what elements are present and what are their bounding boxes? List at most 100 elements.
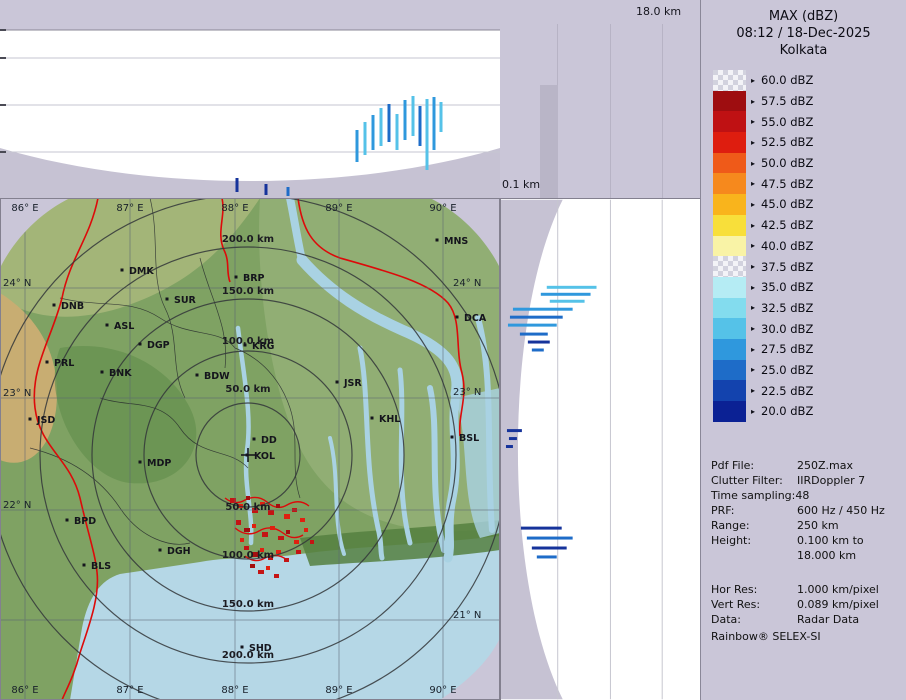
legend-scale-row: ▸40.0 dBZ bbox=[713, 236, 813, 257]
station-label: SUR bbox=[174, 295, 197, 306]
range-ring-label: 150.0 km bbox=[222, 286, 274, 297]
longitude-label: 89° E bbox=[325, 685, 352, 696]
legend-scale: ▸60.0 dBZ▸57.5 dBZ▸55.0 dBZ▸52.5 dBZ▸50.… bbox=[713, 70, 813, 422]
radar-echo-cell bbox=[262, 532, 268, 537]
scale-color-swatch bbox=[713, 256, 746, 277]
info-label: PRF: bbox=[711, 504, 797, 519]
station-dot bbox=[53, 304, 56, 307]
info-row: Data:Radar Data bbox=[711, 613, 903, 628]
scale-tick-icon: ▸ bbox=[751, 345, 759, 354]
echo-height-bar bbox=[509, 437, 517, 440]
range-ring-label: 50.0 km bbox=[225, 502, 270, 513]
legend-scale-row: ▸27.5 dBZ bbox=[713, 339, 813, 360]
echo-height-bar bbox=[527, 537, 573, 540]
info-label: Clutter Filter: bbox=[711, 474, 797, 489]
scale-value-label: 22.5 dBZ bbox=[761, 384, 813, 398]
info-row: Height:0.100 km to bbox=[711, 534, 903, 549]
station-dot bbox=[101, 371, 104, 374]
scale-color-swatch bbox=[713, 380, 746, 401]
info-value: 250 km bbox=[797, 519, 903, 534]
legend-scale-row: ▸32.5 dBZ bbox=[713, 298, 813, 319]
scale-tick-icon: ▸ bbox=[751, 324, 759, 333]
scale-tick-icon: ▸ bbox=[751, 303, 759, 312]
info-row: Pdf File:250Z.max bbox=[711, 459, 903, 474]
scale-tick-icon: ▸ bbox=[751, 386, 759, 395]
station-label: BNK bbox=[109, 368, 132, 379]
station-label: BPD bbox=[74, 516, 96, 527]
echo-height-bar bbox=[508, 324, 557, 327]
station-label: BLS bbox=[91, 561, 111, 572]
scale-value-label: 57.5 dBZ bbox=[761, 94, 813, 108]
height-gridline-15km bbox=[662, 24, 663, 198]
echo-height-bar bbox=[356, 130, 359, 162]
scale-color-swatch bbox=[713, 194, 746, 215]
station-dot bbox=[139, 461, 142, 464]
scale-tick-icon: ▸ bbox=[751, 283, 759, 292]
scale-value-label: 60.0 dBZ bbox=[761, 73, 813, 87]
echo-height-bar bbox=[265, 184, 268, 195]
station-label: JSD bbox=[36, 415, 55, 426]
legend-header: MAX (dBZ) 08:12 / 18-Dec-2025 Kolkata bbox=[701, 8, 906, 59]
legend-panel: MAX (dBZ) 08:12 / 18-Dec-2025 Kolkata ▸6… bbox=[700, 0, 906, 700]
radar-echo-cell bbox=[286, 530, 290, 534]
scale-value-label: 27.5 dBZ bbox=[761, 342, 813, 356]
legend-scale-row: ▸50.0 dBZ bbox=[713, 153, 813, 174]
radar-echo-cell bbox=[300, 518, 305, 522]
echo-height-bar bbox=[541, 293, 591, 296]
product-timestamp: 08:12 / 18-Dec-2025 bbox=[701, 25, 906, 42]
top-panel-margin bbox=[0, 0, 500, 30]
radar-echo-cell bbox=[294, 540, 299, 544]
station-dot bbox=[121, 269, 124, 272]
legend-scale-row: ▸47.5 dBZ bbox=[713, 173, 813, 194]
echo-height-bar bbox=[507, 429, 522, 432]
station-dot bbox=[106, 324, 109, 327]
radar-echo-cell bbox=[244, 528, 250, 532]
legend-scale-row: ▸57.5 dBZ bbox=[713, 91, 813, 112]
station-label: BRP bbox=[243, 273, 265, 284]
echo-height-bar bbox=[532, 349, 544, 352]
legend-info: Pdf File:250Z.maxClutter Filter:IIRDoppl… bbox=[711, 459, 903, 628]
scale-color-swatch bbox=[713, 318, 746, 339]
echo-height-bar bbox=[419, 106, 422, 146]
latitude-label: 22° N bbox=[3, 500, 31, 511]
radar-echo-cell bbox=[258, 570, 264, 574]
info-value bbox=[797, 489, 903, 504]
legend-scale-row: ▸25.0 dBZ bbox=[713, 360, 813, 381]
longitude-label: 90° E bbox=[429, 685, 456, 696]
longitude-label: 86° E bbox=[11, 685, 38, 696]
scale-value-label: 30.0 dBZ bbox=[761, 322, 813, 336]
scale-value-label: 20.0 dBZ bbox=[761, 404, 813, 418]
longitude-label: 87° E bbox=[116, 203, 143, 214]
scale-color-swatch bbox=[713, 70, 746, 91]
echo-height-bar bbox=[510, 316, 563, 319]
scale-color-swatch bbox=[713, 277, 746, 298]
echo-height-bar bbox=[521, 527, 562, 530]
radar-echo-cell bbox=[274, 574, 279, 578]
station-dot bbox=[456, 316, 459, 319]
info-label: Pdf File: bbox=[711, 459, 797, 474]
info-row: Range:250 km bbox=[711, 519, 903, 534]
legend-scale-row: ▸42.5 dBZ bbox=[713, 215, 813, 236]
echo-height-bar bbox=[550, 300, 585, 303]
legend-scale-row: ▸60.0 dBZ bbox=[713, 70, 813, 91]
scale-value-label: 47.5 dBZ bbox=[761, 177, 813, 191]
station-dot bbox=[436, 239, 439, 242]
longitude-label: 88° E bbox=[221, 203, 248, 214]
beam-limit-shading bbox=[540, 85, 558, 198]
height-axis-max-label: 18.0 km bbox=[636, 5, 681, 18]
station-label: JSR bbox=[343, 378, 362, 389]
product-title: MAX (dBZ) bbox=[701, 8, 906, 25]
station-label: MDP bbox=[147, 458, 171, 469]
scale-tick-icon: ▸ bbox=[751, 365, 759, 374]
station-label: DNB bbox=[61, 301, 84, 312]
longitude-label: 87° E bbox=[116, 685, 143, 696]
info-row: PRF:600 Hz / 450 Hz bbox=[711, 504, 903, 519]
radar-echo-cell bbox=[246, 496, 250, 500]
latitude-label: 21° N bbox=[453, 610, 481, 621]
info-row: 18.000 km bbox=[711, 549, 903, 564]
station-dot bbox=[371, 417, 374, 420]
scale-color-swatch bbox=[713, 298, 746, 319]
echo-height-bar bbox=[506, 445, 513, 448]
station-dot bbox=[241, 646, 244, 649]
legend-scale-row: ▸22.5 dBZ bbox=[713, 380, 813, 401]
